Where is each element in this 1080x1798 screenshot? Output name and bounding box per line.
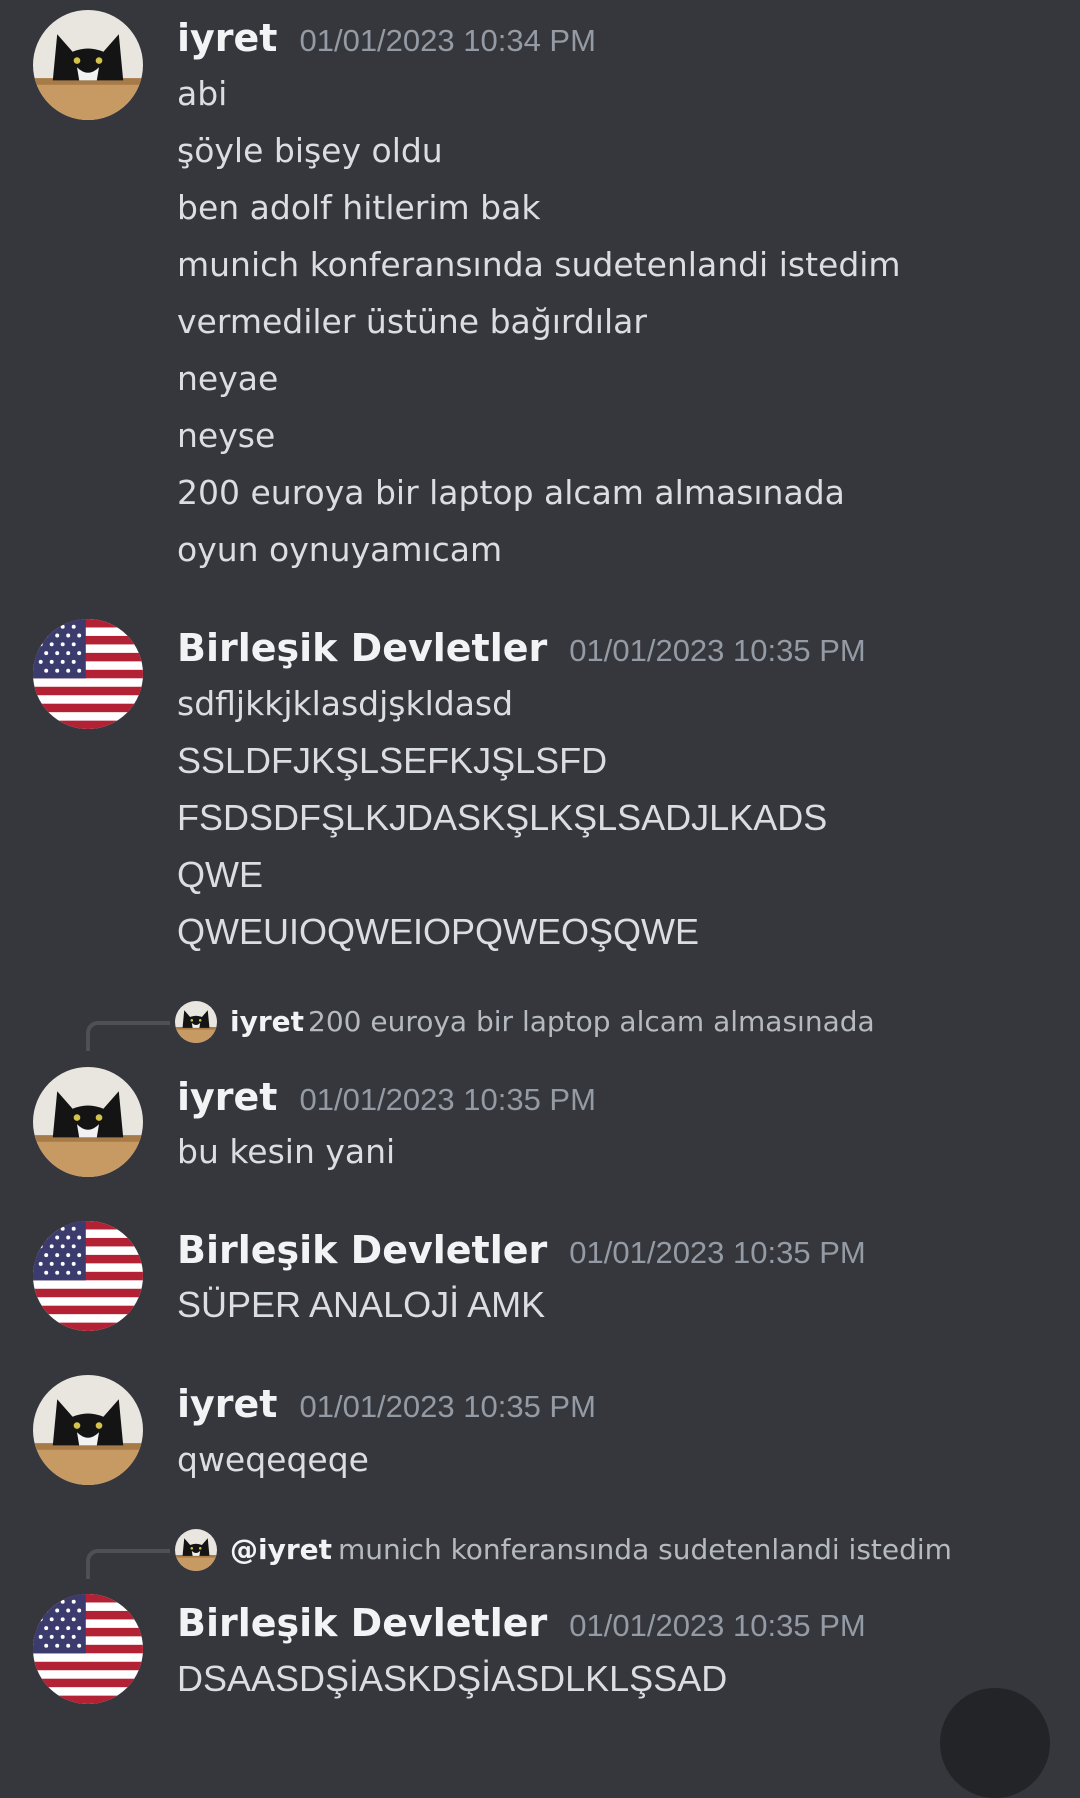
timestamp: 01/01/2023 10:35 PM [299,1082,596,1117]
message-line: bu kesin yani [177,1132,396,1171]
username[interactable]: Birleşik Devletler [177,1228,547,1272]
reply-username: iyret [230,1005,305,1038]
message-line: SSLDFJKŞLSEFKJŞLSFD [177,740,608,781]
message-line: sdfljkkjklasdjşkldasd [177,684,514,723]
message-line: oyun oynuyamıcam [177,530,503,569]
username[interactable]: iyret [177,1382,277,1426]
username[interactable]: Birleşik Devletler [177,1601,547,1645]
reply-preview[interactable]: iyret 200 euroya bir laptop alcam alması… [0,999,1080,1051]
message-header: iyret 01/01/2023 10:34 PM [177,16,596,60]
reply-text: munich konferansında sudetenlandi istedi… [338,1533,952,1566]
message-header: iyret 01/01/2023 10:35 PM [177,1382,596,1426]
timestamp: 01/01/2023 10:35 PM [299,1389,596,1424]
reply-connector [86,1021,170,1051]
message-line: qweqeqeqe [177,1440,369,1479]
timestamp: 01/01/2023 10:34 PM [299,23,596,58]
cat-avatar[interactable] [33,10,143,120]
reply-text: 200 euroya bir laptop alcam almasınada [308,1005,875,1038]
username[interactable]: iyret [177,16,277,60]
message-header: Birleşik Devletler 01/01/2023 10:35 PM [177,626,866,670]
message-line: şöyle bişey oldu [177,131,443,170]
timestamp: 01/01/2023 10:35 PM [569,1235,866,1270]
message-header: iyret 01/01/2023 10:35 PM [177,1075,596,1119]
message-header: Birleşik Devletler 01/01/2023 10:35 PM [177,1601,866,1645]
message-line: QWEUIOQWEIOPQWEOŞQWE [177,911,699,952]
cat-avatar [175,1001,217,1043]
reply-connector [86,1549,170,1579]
message-line: munich konferansında sudetenlandi istedi… [177,245,901,284]
cat-avatar[interactable] [33,1067,143,1177]
reply-preview[interactable]: @iyret munich konferansında sudetenlandi… [0,1527,1080,1579]
jump-button[interactable] [940,1688,1050,1798]
message-line: SÜPER ANALOJİ AMK [177,1284,546,1325]
username[interactable]: iyret [177,1075,277,1119]
message-line: ben adolf hitlerim bak [177,188,541,227]
us-flag-avatar[interactable] [33,619,143,729]
message-header: Birleşik Devletler 01/01/2023 10:35 PM [177,1228,866,1272]
cat-avatar [175,1529,217,1571]
timestamp: 01/01/2023 10:35 PM [569,1608,866,1643]
message-line: neyse [177,416,276,455]
cat-avatar[interactable] [33,1375,143,1485]
message-line: vermediler üstüne bağırdılar [177,302,647,341]
message-line: neyae [177,359,279,398]
message-line: DSAASDŞİASKDŞİASDLKLŞSAD [177,1658,728,1699]
us-flag-avatar[interactable] [33,1594,143,1704]
reply-username: @iyret [230,1533,333,1566]
message-line: 200 euroya bir laptop alcam almasınada [177,473,845,512]
message-line: QWE [177,854,263,895]
timestamp: 01/01/2023 10:35 PM [569,633,866,668]
username[interactable]: Birleşik Devletler [177,626,547,670]
message-line: FSDSDFŞLKJDASKŞLKŞLSADJLKADS [177,797,828,838]
message-line: abi [177,74,228,113]
us-flag-avatar[interactable] [33,1221,143,1331]
